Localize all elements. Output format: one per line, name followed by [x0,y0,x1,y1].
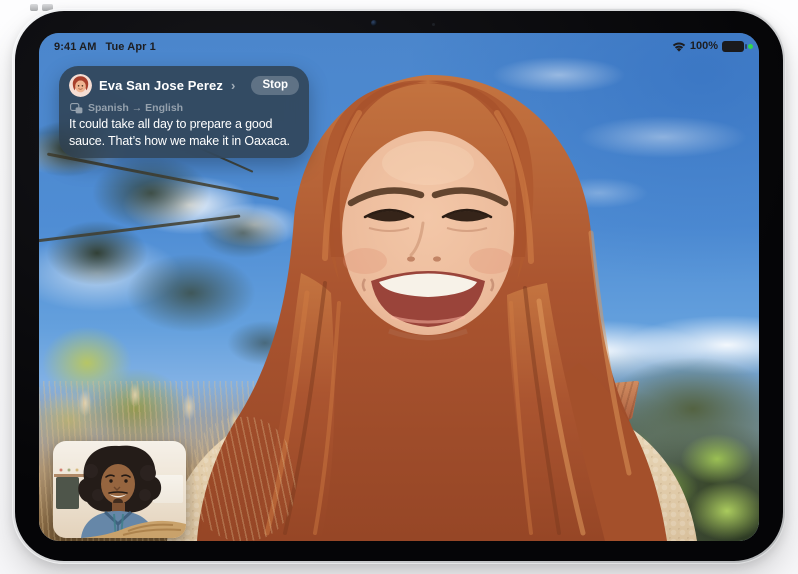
translate-icon [70,103,83,114]
volume-up-button [30,4,38,11]
translated-line-2: sauce. That’s how we make it in Oaxaca. [69,133,299,150]
battery-icon [722,41,744,52]
status-indicators: 100% [672,40,753,52]
contact-avatar [69,74,92,97]
ipad-bezel: 9:41 AM Tue Apr 1 100% [15,11,783,561]
language-direction-row: Spanish → English [70,102,299,114]
language-direction: Spanish → English [88,102,183,114]
ipad-device: 9:41 AM Tue Apr 1 100% [12,8,786,564]
live-translation-banner[interactable]: Eva San Jose Perez › Stop Spanish → Engl… [59,66,309,158]
translated-line-1: It could take all day to prepare a good [69,116,299,133]
banner-header[interactable]: Eva San Jose Perez › Stop [69,74,299,97]
battery-percent: 100% [690,40,718,52]
marketing-canvas: 9:41 AM Tue Apr 1 100% [0,0,798,574]
memoji-icon [69,74,92,97]
status-time: 9:41 AM [54,41,96,53]
self-view-pip[interactable] [53,441,186,538]
translated-message: It could take all day to prepare a good … [69,116,299,149]
facetime-video-screen: 9:41 AM Tue Apr 1 100% [39,33,759,541]
contact-name[interactable]: Eva San Jose Perez [99,78,223,93]
status-date: Tue Apr 1 [105,41,155,53]
front-camera-icon [371,20,377,26]
camera-active-indicator [748,44,753,49]
wifi-icon [672,41,686,52]
stop-translation-button[interactable]: Stop [251,76,299,96]
clock-and-date: 9:41 AM Tue Apr 1 [54,41,156,53]
pip-caller-man [53,441,186,538]
status-bar: 9:41 AM Tue Apr 1 100% [39,33,759,59]
chevron-right-icon[interactable]: › [231,78,235,93]
ambient-sensor-icon [432,23,435,26]
